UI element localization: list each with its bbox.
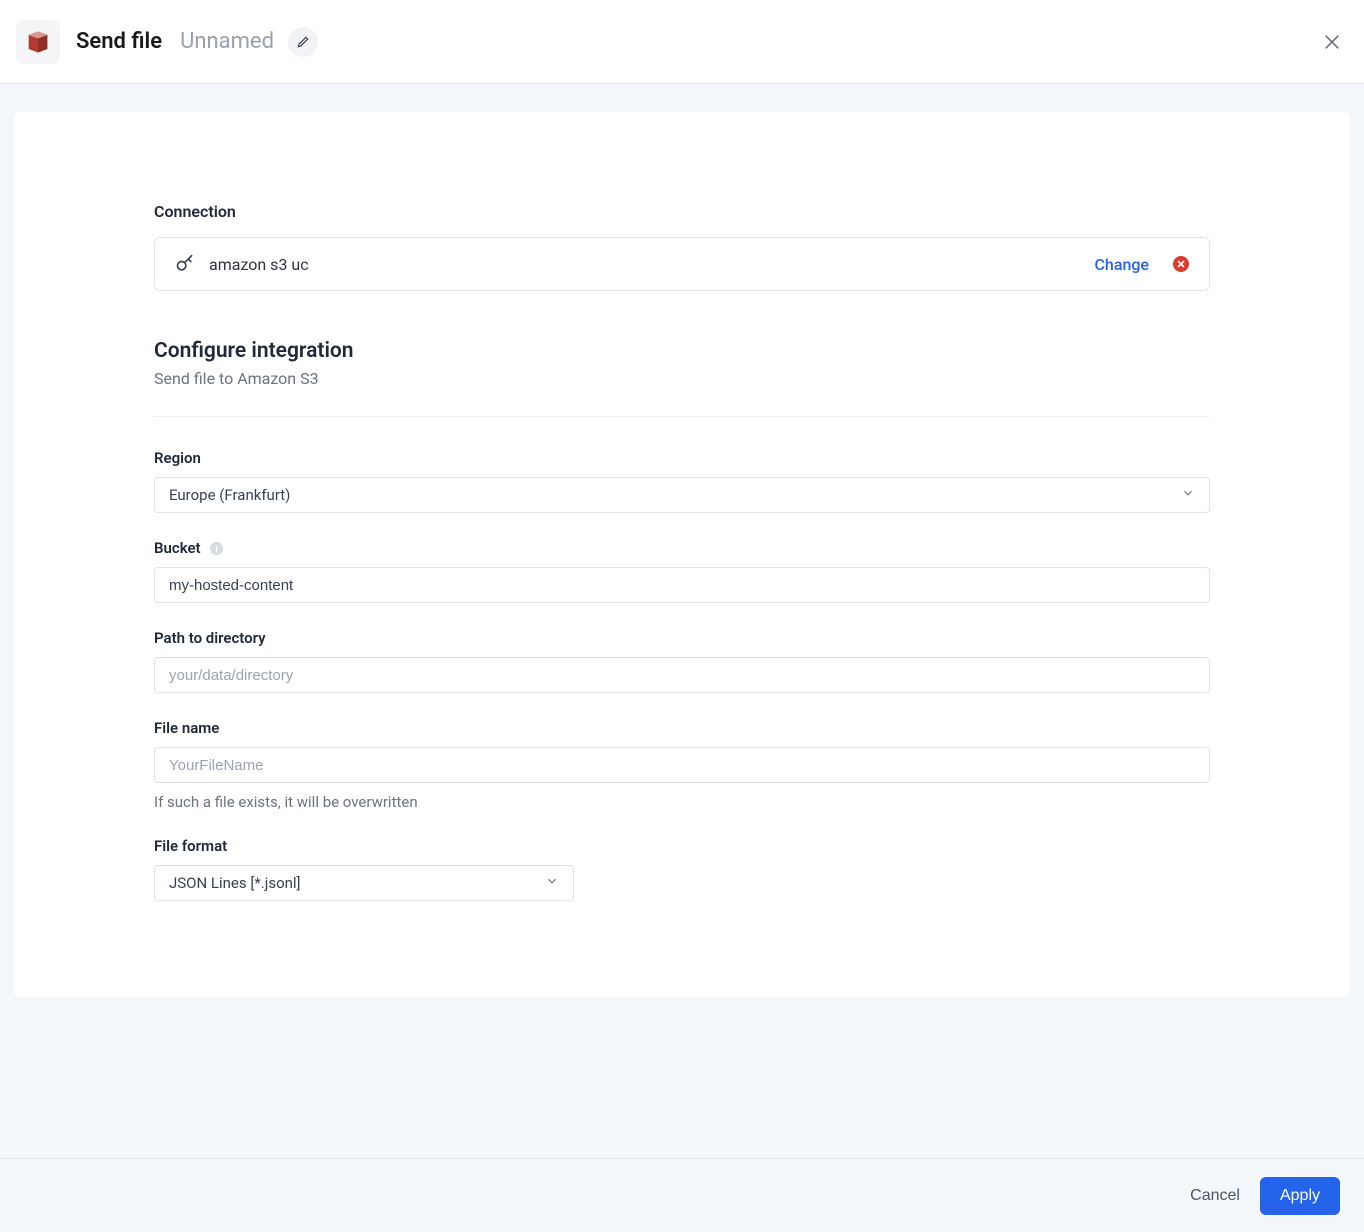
configure-subtitle: Send file to Amazon S3 — [154, 369, 1210, 388]
format-value: JSON Lines [*.jsonl] — [169, 874, 301, 892]
change-connection-button[interactable]: Change — [1094, 255, 1149, 274]
format-label: File format — [154, 837, 1210, 855]
configure-title: Configure integration — [154, 339, 1210, 363]
connection-box: amazon s3 uc Change — [154, 237, 1210, 291]
region-field: Region Europe (Frankfurt) — [154, 449, 1210, 513]
path-field: Path to directory — [154, 629, 1210, 693]
divider — [154, 416, 1210, 417]
format-field: File format JSON Lines [*.jsonl] — [154, 837, 1210, 901]
dialog-subtitle: Unnamed — [180, 29, 274, 54]
chevron-down-icon — [1181, 486, 1195, 504]
filename-field: File name If such a file exists, it will… — [154, 719, 1210, 811]
bucket-input[interactable] — [169, 577, 1195, 594]
bucket-label: Bucket — [154, 539, 201, 557]
connection-section-label: Connection — [154, 202, 1210, 221]
region-label: Region — [154, 449, 1210, 467]
pencil-icon — [296, 35, 310, 49]
key-icon — [175, 254, 195, 274]
close-icon — [1322, 32, 1342, 52]
remove-connection-button[interactable] — [1173, 256, 1189, 272]
region-select[interactable]: Europe (Frankfurt) — [154, 477, 1210, 513]
dialog-body: Connection amazon s3 uc Change Configure… — [0, 84, 1364, 997]
close-button[interactable] — [1318, 28, 1346, 56]
error-circle-icon — [1173, 256, 1189, 272]
path-label: Path to directory — [154, 629, 1210, 647]
dialog-header: Send file Unnamed — [0, 0, 1364, 84]
info-icon[interactable]: i — [209, 540, 225, 556]
svg-text:i: i — [215, 544, 218, 554]
path-input-wrapper — [154, 657, 1210, 693]
dialog-footer: Cancel Apply — [0, 1158, 1364, 1232]
integration-logo — [16, 20, 60, 64]
filename-input[interactable] — [169, 757, 1195, 774]
s3-icon — [24, 28, 52, 56]
config-card: Connection amazon s3 uc Change Configure… — [14, 112, 1350, 997]
bucket-input-wrapper — [154, 567, 1210, 603]
edit-name-button[interactable] — [288, 27, 318, 57]
dialog-title: Send file — [76, 29, 162, 54]
filename-helper: If such a file exists, it will be overwr… — [154, 793, 1210, 811]
path-input[interactable] — [169, 667, 1195, 684]
connection-name: amazon s3 uc — [209, 255, 309, 274]
region-value: Europe (Frankfurt) — [169, 486, 290, 504]
cancel-button[interactable]: Cancel — [1190, 1187, 1240, 1205]
filename-input-wrapper — [154, 747, 1210, 783]
chevron-down-icon — [545, 874, 559, 892]
filename-label: File name — [154, 719, 1210, 737]
apply-button[interactable]: Apply — [1260, 1177, 1340, 1215]
bucket-field: Bucket i — [154, 539, 1210, 603]
format-select[interactable]: JSON Lines [*.jsonl] — [154, 865, 574, 901]
